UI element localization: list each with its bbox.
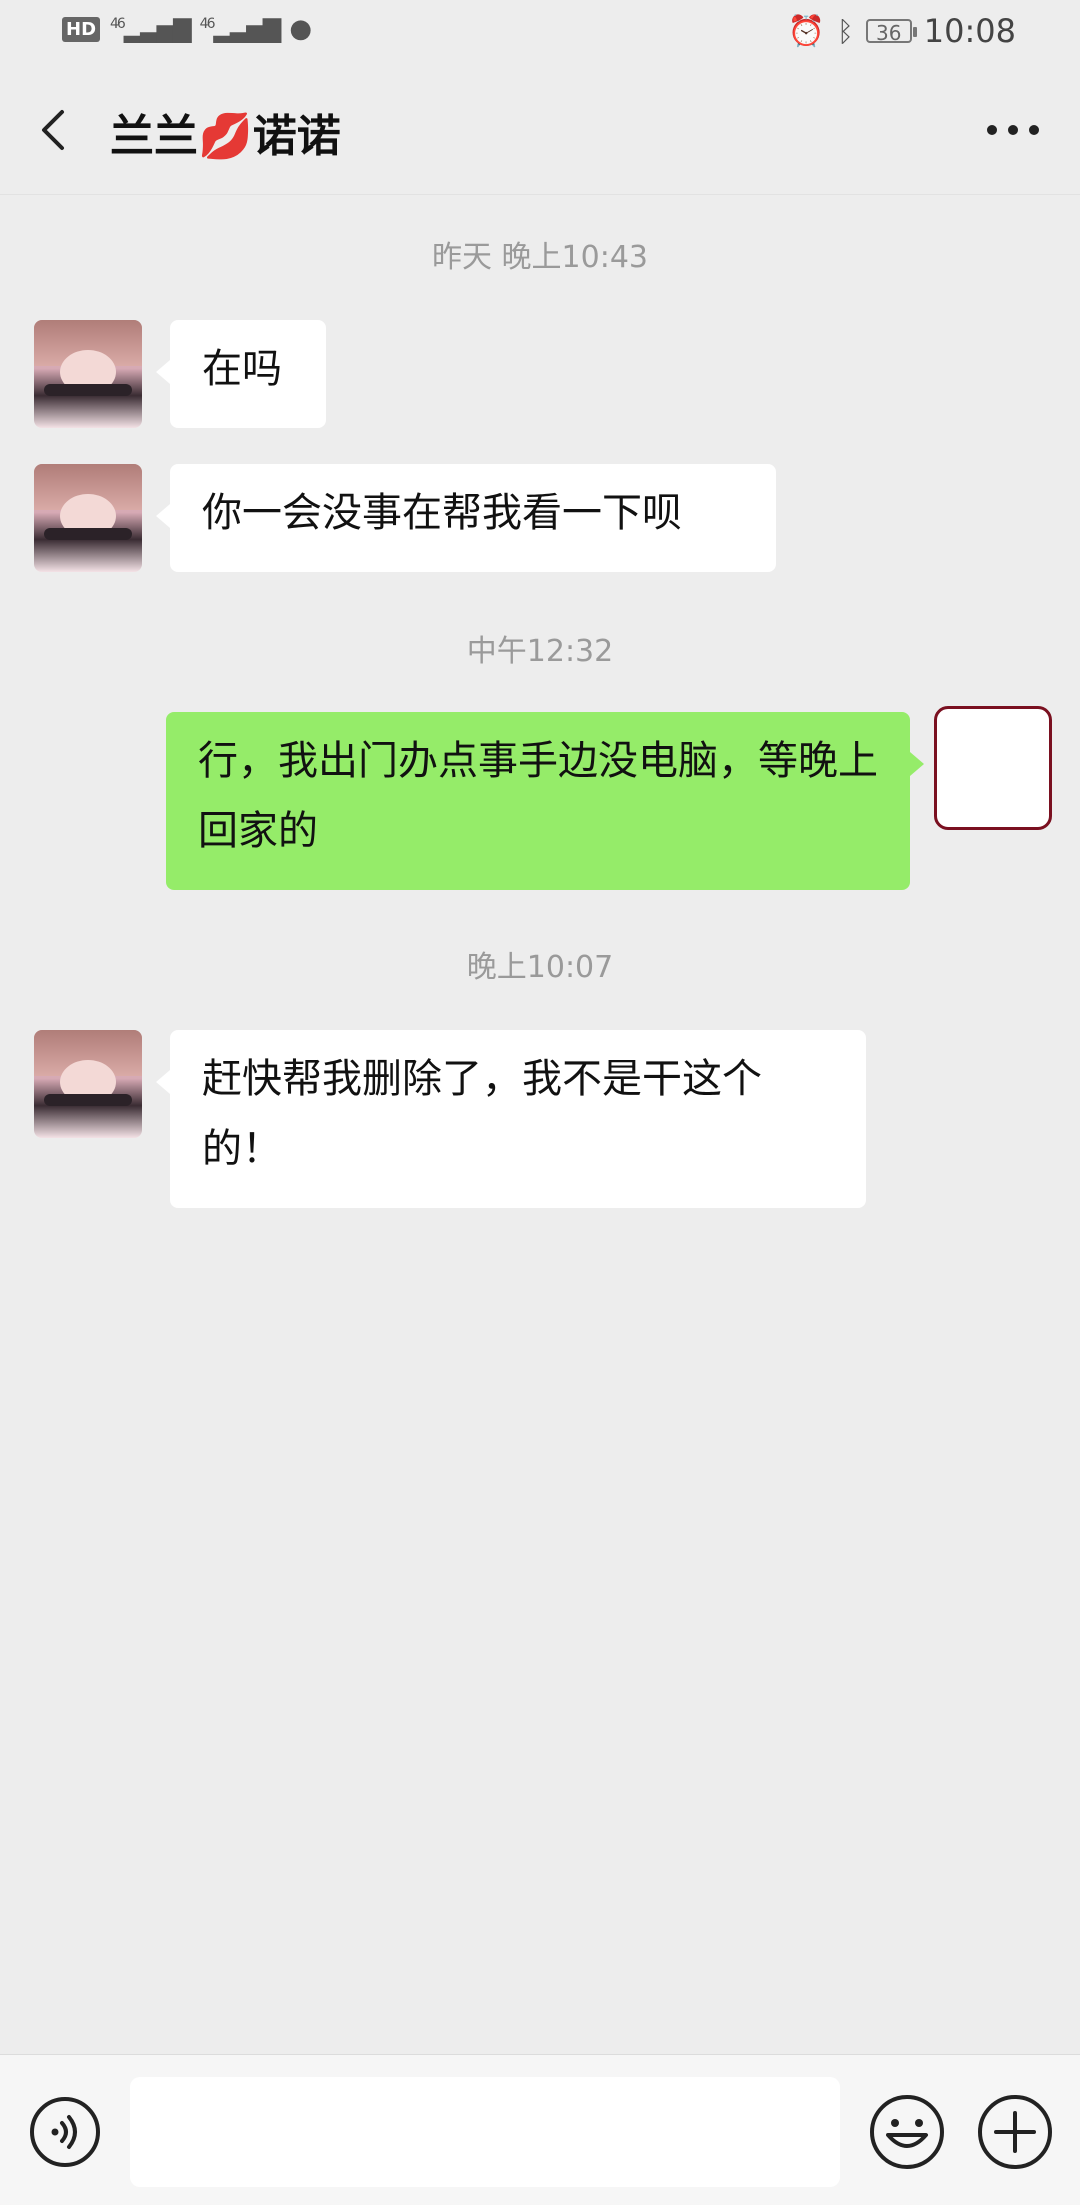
timestamp: 中午12:32 [466,634,614,669]
message-input[interactable] [130,2077,840,2187]
clock: 10:08 [923,12,1016,50]
more-dots-icon[interactable] [984,122,1042,138]
alarm-icon: ⏰ [787,13,825,49]
voice-icon[interactable] [28,2095,102,2169]
hd-badge: HD [62,16,101,42]
timestamp: 晚上10:07 [466,950,614,985]
input-bar [0,2054,1080,2205]
contact-avatar[interactable] [34,464,142,572]
signal-icon-2: 46▂▃▅▇ [199,15,282,43]
self-avatar[interactable] [934,706,1052,830]
message-bubble-incoming[interactable]: 赶快帮我删除了，我不是干这个的！ [156,1030,866,1208]
message-bubble-incoming[interactable]: 你一会没事在帮我看一下呗 [156,464,776,572]
contact-avatar[interactable] [34,1030,142,1138]
timestamp: 昨天 晚上10:43 [432,240,648,275]
plus-icon[interactable] [976,2093,1054,2171]
signal-icon: 46▂▃▅▇ [110,15,192,43]
chat-header: 兰兰💋诺诺 [0,66,1080,195]
chevron-left-icon[interactable] [32,106,80,154]
message-bubble-incoming[interactable]: 在吗 [156,320,326,428]
battery-icon: 36 [865,19,917,45]
status-right: ⏰ ᛒ 36 10:08 [788,12,1016,50]
bluetooth-icon: ᛒ [836,14,854,48]
status-bar: HD 46▂▃▅▇ 46▂▃▅▇ ● ⏰ ᛒ 36 10:08 [0,0,1080,66]
wechat-icon: ● [289,14,313,44]
message-bubble-outgoing[interactable]: 行，我出门办点事手边没电脑，等晚上回家的 [166,712,924,890]
contact-avatar[interactable] [34,320,142,428]
emoji-icon[interactable] [868,2093,946,2171]
status-left: HD 46▂▃▅▇ 46▂▃▅▇ ● [62,14,312,44]
chat-title: 兰兰💋诺诺 [110,111,341,162]
